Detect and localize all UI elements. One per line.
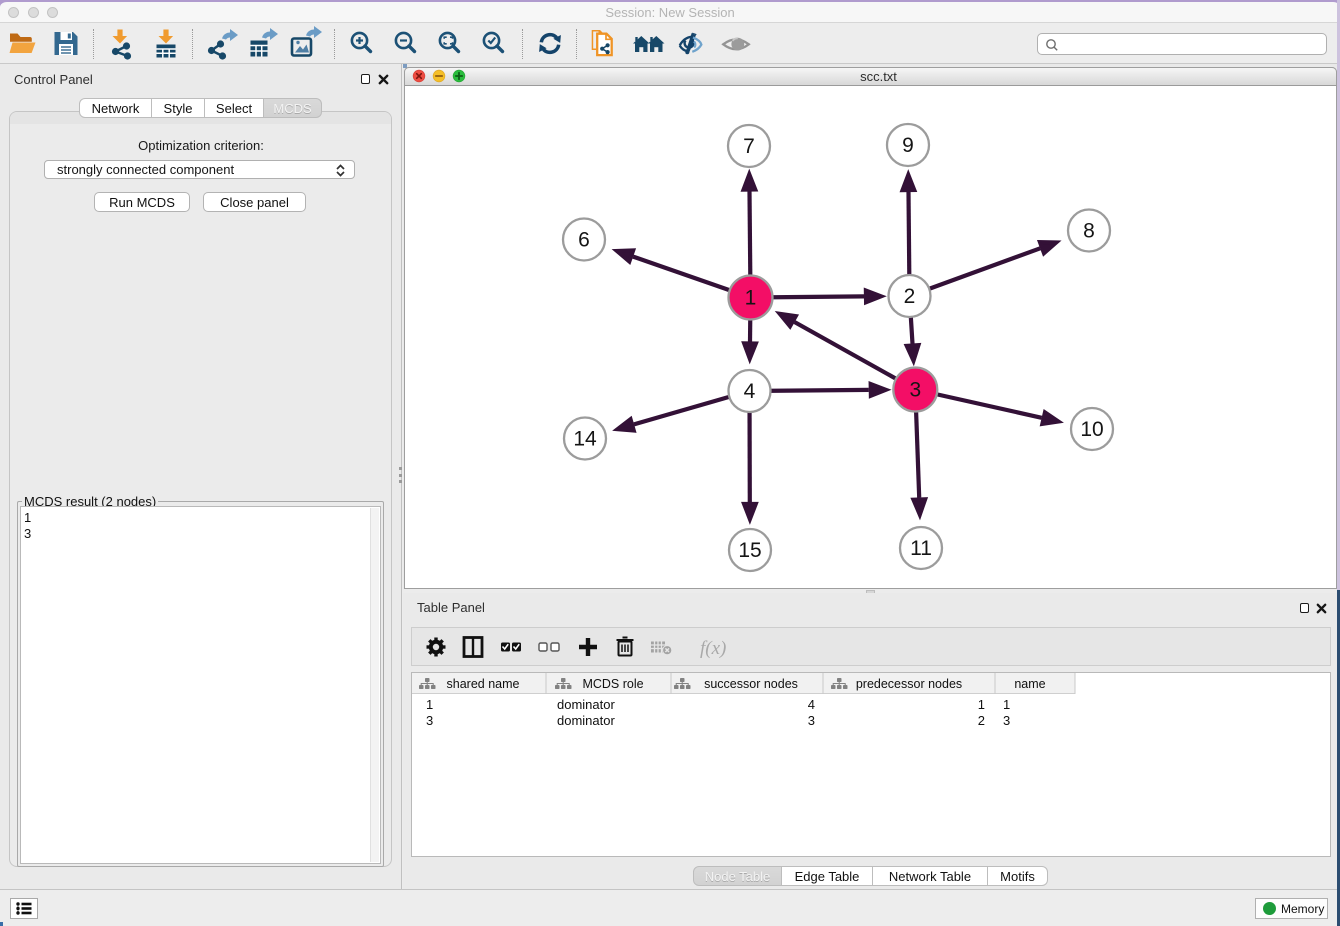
svg-text:name: name [1014, 677, 1045, 691]
svg-text:8: 8 [1083, 220, 1095, 243]
svg-text:1: 1 [745, 287, 757, 310]
svg-text:shared name: shared name [447, 677, 520, 691]
svg-text:predecessor nodes: predecessor nodes [856, 677, 962, 691]
svg-text:2: 2 [904, 285, 916, 308]
svg-text:successor nodes: successor nodes [704, 677, 798, 691]
svg-text:MCDS role: MCDS role [582, 677, 643, 691]
svg-text:7: 7 [743, 135, 755, 158]
svg-text:f(x): f(x) [700, 638, 726, 659]
svg-text:6: 6 [578, 229, 590, 252]
svg-text:4: 4 [744, 380, 756, 403]
svg-text:11: 11 [910, 537, 932, 560]
svg-text:15: 15 [738, 539, 761, 562]
svg-text:3: 3 [909, 379, 921, 402]
svg-text:9: 9 [902, 134, 914, 157]
svg-text:10: 10 [1080, 418, 1103, 441]
svg-text:14: 14 [573, 428, 597, 451]
